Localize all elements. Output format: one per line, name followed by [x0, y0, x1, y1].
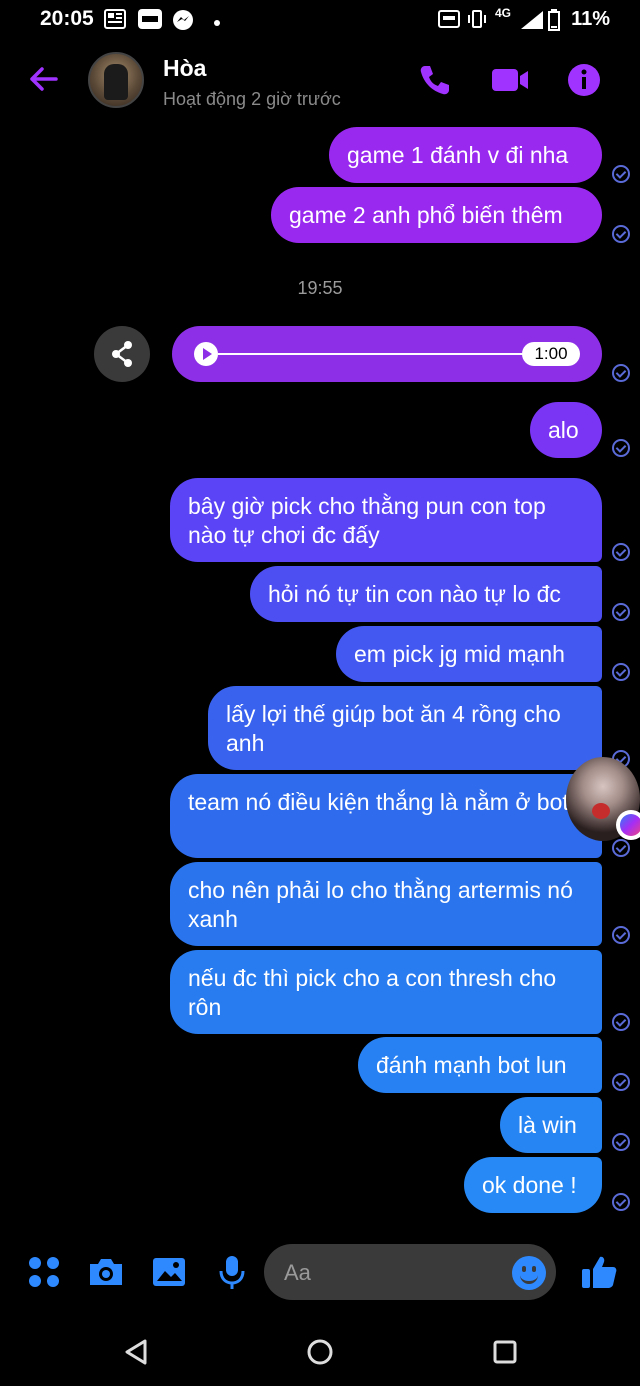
read-receipt-icon	[612, 603, 630, 621]
message-input-container[interactable]	[264, 1244, 556, 1302]
arrow-left-icon[interactable]	[26, 61, 62, 97]
read-receipt-icon	[612, 663, 630, 681]
conversation-header: Hòa Hoạt động 2 giờ trước	[0, 44, 640, 118]
signal-icon	[519, 9, 545, 36]
contact-name[interactable]: Hòa	[163, 55, 206, 82]
message-bubble[interactable]: đánh mạnh bot lun	[358, 1037, 602, 1093]
microphone-icon[interactable]	[212, 1252, 252, 1292]
message-bubble[interactable]: alo	[530, 402, 602, 458]
share-button[interactable]	[94, 326, 150, 382]
back-triangle-icon[interactable]	[116, 1332, 156, 1372]
play-icon[interactable]	[194, 342, 218, 366]
vibrate-icon	[466, 9, 488, 34]
message-timestamp: 19:55	[297, 278, 343, 298]
messenger-badge-icon	[616, 810, 640, 840]
recents-square-icon[interactable]	[485, 1332, 525, 1372]
status-time: 20:05	[40, 7, 94, 30]
image-icon[interactable]	[149, 1252, 189, 1292]
thumbs-up-icon[interactable]	[579, 1252, 619, 1292]
read-receipt-icon	[612, 165, 630, 183]
system-nav-bar	[0, 1310, 640, 1386]
message-bubble[interactable]: ok done !	[464, 1157, 602, 1213]
message-input[interactable]	[282, 1244, 506, 1302]
share-icon	[112, 341, 132, 367]
composer-bar	[0, 1236, 640, 1308]
status-bar: 20:05 4G 11%	[0, 0, 640, 40]
read-receipt-icon	[612, 1133, 630, 1151]
message-bubble[interactable]: lấy lợi thế giúp bot ăn 4 rồng cho anh	[208, 686, 602, 770]
voice-progress-track[interactable]	[218, 353, 530, 355]
news-icon	[104, 9, 126, 34]
dot-icon	[213, 14, 221, 32]
auto-brightness-icon	[438, 9, 460, 34]
read-receipt-icon	[612, 839, 630, 857]
read-receipt-icon	[612, 225, 630, 243]
message-bubble[interactable]: bây giờ pick cho thằng pun con top nào t…	[170, 478, 602, 562]
read-receipt-icon	[612, 543, 630, 561]
battery-icon	[548, 9, 560, 36]
voice-message[interactable]: 1:00	[172, 326, 602, 382]
activity-status: Hoạt động 2 giờ trước	[163, 89, 341, 109]
info-icon[interactable]	[564, 60, 604, 100]
video-camera-icon[interactable]	[490, 60, 530, 100]
message-bubble[interactable]: hỏi nó tự tin con nào tự lo đc	[250, 566, 602, 622]
message-bubble[interactable]: nếu đc thì pick cho a con thresh cho rôn	[170, 950, 602, 1034]
network-type: 4G	[495, 6, 512, 20]
phone-icon[interactable]	[414, 60, 454, 100]
read-receipt-icon	[612, 926, 630, 944]
home-circle-icon[interactable]	[300, 1332, 340, 1372]
message-bubble[interactable]: game 1 đánh v đi nha	[329, 127, 602, 183]
zalo-icon	[138, 9, 162, 34]
read-receipt-icon	[612, 1073, 630, 1091]
read-receipt-icon	[612, 1013, 630, 1031]
voice-duration: 1:00	[522, 342, 580, 366]
camera-icon[interactable]	[86, 1252, 126, 1292]
four-dots-icon[interactable]	[24, 1252, 64, 1292]
read-receipt-icon	[612, 364, 630, 382]
message-bubble[interactable]: game 2 anh phổ biến thêm	[271, 187, 602, 243]
message-bubble[interactable]: cho nên phải lo cho thằng artermis nó xa…	[170, 862, 602, 946]
message-bubble[interactable]: team nó điều kiện thắng là nằm ở bot	[170, 774, 602, 858]
read-receipt-icon	[612, 1193, 630, 1211]
battery-percent: 11%	[571, 8, 610, 30]
message-bubble[interactable]: là win	[500, 1097, 602, 1153]
contact-avatar[interactable]	[88, 52, 144, 108]
message-bubble[interactable]: em pick jg mid mạnh	[336, 626, 602, 682]
read-receipt-icon	[612, 439, 630, 457]
messenger-icon	[172, 9, 194, 36]
emoji-icon[interactable]	[512, 1256, 546, 1290]
